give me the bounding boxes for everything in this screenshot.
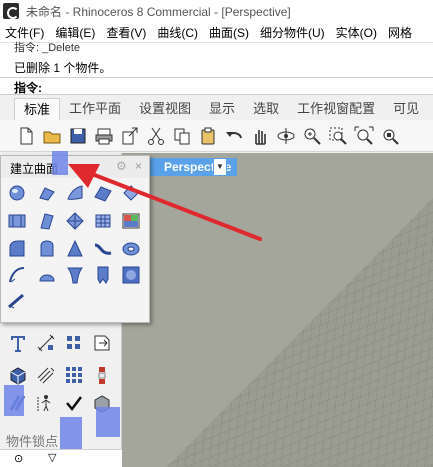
curve-network-icon[interactable] bbox=[63, 264, 87, 286]
undo-icon[interactable] bbox=[222, 123, 246, 149]
menu-file[interactable]: 文件(F) bbox=[0, 24, 50, 41]
snap-panel-strip: ⊙ ▽ bbox=[0, 449, 122, 467]
rhino-logo-icon bbox=[3, 3, 19, 19]
menu-curve[interactable]: 曲线(C) bbox=[152, 24, 204, 41]
surface-from-points-icon[interactable] bbox=[35, 182, 59, 204]
command-prompt-label: 指令: bbox=[14, 81, 42, 95]
gear-icon[interactable]: ⚙ bbox=[116, 159, 127, 173]
viewport-menu-dropdown[interactable]: ▼ bbox=[213, 158, 227, 176]
texture-surface-icon[interactable] bbox=[119, 210, 143, 232]
command-prompt[interactable]: 指令: bbox=[0, 77, 433, 95]
toolbar-tab-bar: 标准 工作平面 设置视图 显示 选取 工作视窗配置 可见 bbox=[0, 96, 433, 120]
zoom-selected-icon[interactable] bbox=[378, 123, 402, 149]
network-surface-icon[interactable] bbox=[91, 210, 115, 232]
dimension-icon[interactable] bbox=[34, 331, 58, 355]
highlight-mark bbox=[4, 385, 24, 416]
menu-solid[interactable]: 实体(O) bbox=[331, 24, 383, 41]
standard-toolbar bbox=[0, 120, 433, 152]
history-line: 已删除 1 个物件。 bbox=[14, 61, 112, 75]
export-icon[interactable] bbox=[118, 123, 142, 149]
planar-surface-icon[interactable] bbox=[91, 182, 115, 204]
sphere-surface-icon[interactable] bbox=[5, 182, 29, 204]
sweep1-icon[interactable] bbox=[5, 238, 29, 260]
check-icon[interactable] bbox=[62, 391, 86, 415]
panel-title: 建立曲面 bbox=[10, 162, 59, 176]
tab-select[interactable]: 选取 bbox=[244, 98, 288, 120]
loft-icon[interactable] bbox=[5, 264, 29, 286]
highlight-mark bbox=[60, 417, 82, 450]
create-surface-panel: 建立曲面 ⚙ × bbox=[0, 155, 150, 323]
blend-surface-icon[interactable] bbox=[35, 264, 59, 286]
array-icon[interactable] bbox=[34, 363, 58, 387]
extrude-surface-icon[interactable] bbox=[35, 210, 59, 232]
export-selected-icon[interactable] bbox=[90, 331, 114, 355]
menu-mesh[interactable]: 网格 bbox=[383, 24, 418, 41]
revolve-icon[interactable] bbox=[63, 238, 87, 260]
title-bar: 未命名 - Rhinoceros 8 Commercial - [Perspec… bbox=[0, 0, 433, 22]
patch-surface-icon[interactable] bbox=[63, 210, 87, 232]
mirror-figure-icon[interactable] bbox=[34, 391, 58, 415]
tab-set-view[interactable]: 设置视图 bbox=[130, 98, 200, 120]
open-folder-icon[interactable] bbox=[40, 123, 64, 149]
print-icon[interactable] bbox=[92, 123, 116, 149]
tab-display[interactable]: 显示 bbox=[200, 98, 244, 120]
menu-view[interactable]: 查看(V) bbox=[101, 24, 152, 41]
paste-icon[interactable] bbox=[196, 123, 220, 149]
history-line: 指令: _Delete bbox=[14, 42, 81, 54]
text-object-icon[interactable] bbox=[6, 331, 30, 355]
tab-standard[interactable]: 标准 bbox=[14, 98, 61, 120]
copy-icon[interactable] bbox=[170, 123, 194, 149]
corner-surface-icon[interactable] bbox=[119, 182, 143, 204]
menu-edit[interactable]: 编辑(E) bbox=[50, 24, 101, 41]
zoom-icon[interactable] bbox=[300, 123, 324, 149]
panel-header[interactable]: 建立曲面 ⚙ × bbox=[1, 156, 149, 178]
highlight-mark bbox=[96, 407, 120, 437]
rotate-view-icon[interactable] bbox=[274, 123, 298, 149]
tab-viewport-layout[interactable]: 工作视窗配置 bbox=[288, 98, 384, 120]
close-icon[interactable]: × bbox=[135, 159, 142, 173]
menu-subd[interactable]: 细分物件(U) bbox=[255, 24, 331, 41]
heightfield-icon[interactable] bbox=[119, 264, 143, 286]
zoom-extents-icon[interactable] bbox=[352, 123, 376, 149]
perspective-viewport[interactable] bbox=[122, 153, 433, 467]
rail-revolve-icon[interactable] bbox=[91, 238, 115, 260]
filter-icon[interactable]: ▽ bbox=[48, 451, 56, 464]
edge-surface-icon[interactable] bbox=[63, 182, 87, 204]
order-icon[interactable] bbox=[90, 363, 114, 387]
save-icon[interactable] bbox=[66, 123, 90, 149]
cut-icon[interactable] bbox=[144, 123, 168, 149]
rectangle-plane-icon[interactable] bbox=[5, 210, 29, 232]
pan-hand-icon[interactable] bbox=[248, 123, 272, 149]
points-grid-icon[interactable] bbox=[62, 331, 86, 355]
command-history: 指令: _Delete 已删除 1 个物件。 bbox=[0, 42, 433, 77]
construction-grid bbox=[167, 198, 433, 467]
extrude-to-point-icon[interactable] bbox=[5, 290, 29, 312]
box-solid-icon[interactable] bbox=[6, 363, 30, 387]
window-title: 未命名 - Rhinoceros 8 Commercial - [Perspec… bbox=[26, 4, 291, 19]
menu-surface[interactable]: 曲面(S) bbox=[204, 24, 255, 41]
zoom-window-icon[interactable] bbox=[326, 123, 350, 149]
sweep2-icon[interactable] bbox=[35, 238, 59, 260]
object-snap-label: 物件锁点 bbox=[6, 434, 59, 449]
drape-icon[interactable] bbox=[91, 264, 115, 286]
new-document-icon[interactable] bbox=[14, 123, 38, 149]
grid-array-icon[interactable] bbox=[62, 363, 86, 387]
tab-cplanes[interactable]: 工作平面 bbox=[60, 98, 130, 120]
target-icon[interactable]: ⊙ bbox=[14, 452, 23, 465]
highlight-mark bbox=[52, 151, 68, 175]
torus-icon[interactable] bbox=[119, 238, 143, 260]
tab-visibility[interactable]: 可见 bbox=[384, 98, 428, 120]
